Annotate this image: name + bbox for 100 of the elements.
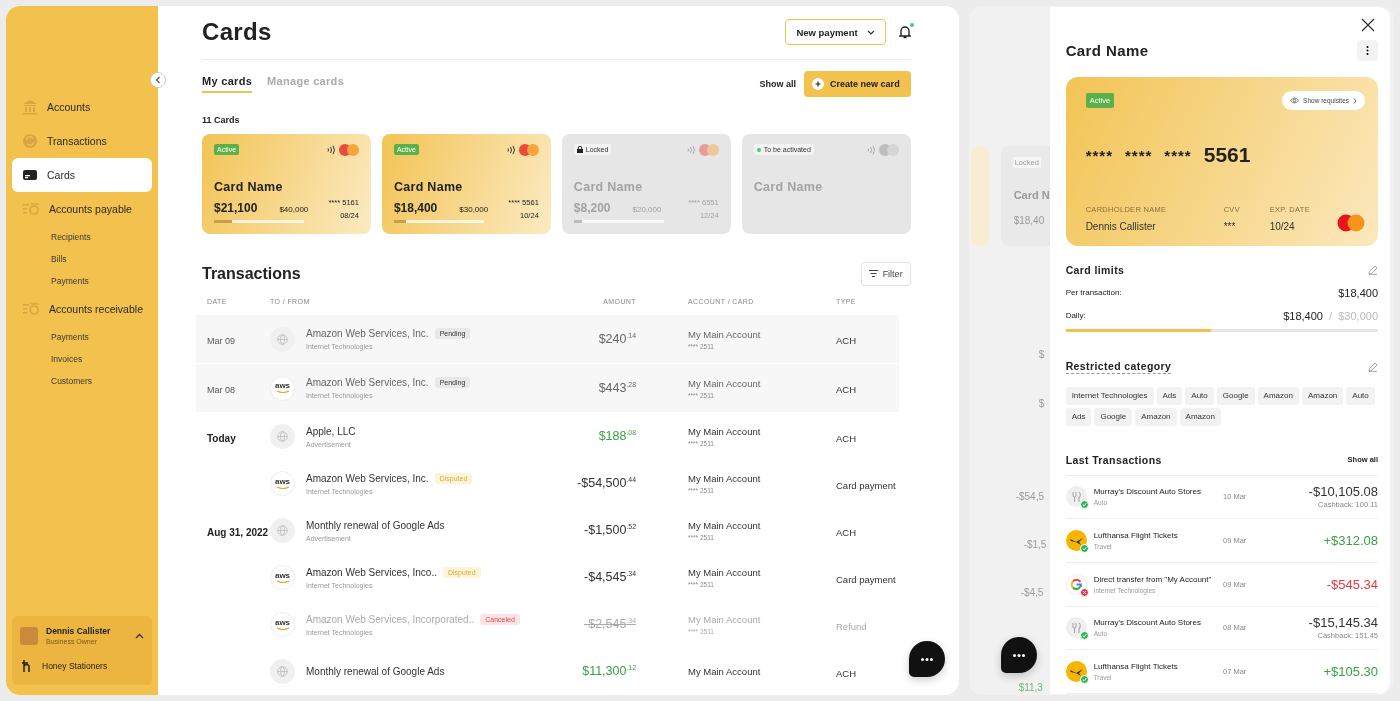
- faded-text: $: [1038, 349, 1045, 360]
- amount: -$54,500$^{.44}$: [576, 476, 636, 491]
- category-tag: Amazon: [1301, 386, 1344, 405]
- masked-digits: ****: [1085, 146, 1113, 164]
- utensils-icon: [1071, 491, 1081, 502]
- sidebar-subitem[interactable]: Payments: [51, 332, 89, 342]
- page-title: Cards: [202, 18, 272, 47]
- chevron-right-icon: [1353, 97, 1357, 104]
- card-brand-icon: [698, 143, 719, 156]
- category-tag: Internet Technologies: [1065, 386, 1154, 405]
- utensils-icon: [1071, 623, 1081, 633]
- tab[interactable]: My cards: [202, 74, 253, 93]
- eye-icon: [1290, 97, 1300, 104]
- amount: $443$^{.28}$: [597, 380, 636, 396]
- kebab-icon: [1366, 46, 1369, 55]
- collapse-button[interactable]: [150, 72, 166, 88]
- sidebar-item[interactable]: Cards: [12, 158, 152, 192]
- account-name: My Main Account: [688, 328, 762, 340]
- sidebar-item[interactable]: Accounts payable: [12, 192, 152, 226]
- amount: $240$^{.14}$: [597, 331, 636, 347]
- card-limit: $30,000: [459, 205, 489, 215]
- company-logo: aws: [270, 471, 295, 496]
- show-all-link[interactable]: Show all: [759, 78, 797, 89]
- card-brand-icon: [1337, 213, 1365, 232]
- category-tag: Amazon: [1135, 407, 1177, 426]
- contactless-icon: [866, 144, 875, 155]
- faded-text: -$4,5: [1020, 587, 1044, 598]
- transaction-amount: -$15,145.34: [1307, 615, 1378, 631]
- chevron-down-icon: [866, 29, 875, 35]
- limit-label: Per transaction:: [1065, 288, 1122, 298]
- payee-name: Apple, LLC: [306, 425, 356, 437]
- sidebar-item[interactable]: Transactions: [12, 124, 152, 158]
- faded-text: $11,3: [1018, 682, 1043, 693]
- close-button[interactable]: [1361, 18, 1375, 32]
- sidebar-subitem[interactable]: Customers: [51, 376, 93, 386]
- contactless-icon: [686, 144, 695, 155]
- merchant-name: Direct transfer from "My Account": [1093, 574, 1213, 584]
- new-payment-button[interactable]: New payment: [785, 19, 886, 46]
- create-card-button[interactable]: Create new card: [804, 70, 911, 97]
- card-balance: $21,100: [214, 201, 258, 216]
- sidebar-item[interactable]: Accounts: [12, 90, 152, 124]
- sidebar-item[interactable]: Accounts receivable: [12, 292, 152, 326]
- category-tag: Google: [1216, 386, 1255, 405]
- category-tag: Ads: [1156, 386, 1183, 405]
- list-coin-icon: [22, 301, 40, 317]
- transaction-amount: +$105.30: [1322, 664, 1378, 680]
- transaction-row[interactable]: Monthly renewal of Google Ads $11,300$^{.12}$ My Main Account ACH: [196, 648, 899, 695]
- card-name: Card Name: [393, 179, 464, 194]
- card-limit: $20,000: [632, 205, 662, 215]
- payee-name: Amazon Web Services, Inc.: [306, 328, 429, 339]
- sidebar-subitem[interactable]: Payments: [51, 276, 89, 286]
- company-logo: aws: [270, 565, 295, 590]
- merchant-name: Murray's Discount Auto Stores: [1093, 618, 1202, 628]
- amount: $11,300$^{.12}$: [581, 664, 636, 679]
- sidebar-subitem[interactable]: Recipients: [51, 232, 91, 242]
- transaction-type: Card payment: [836, 479, 896, 491]
- card-brand-icon: [338, 143, 359, 156]
- transaction-type: ACH: [836, 432, 857, 444]
- card-name: Card Name: [214, 179, 284, 194]
- category-tag: Google: [1094, 407, 1133, 426]
- payee-name: Amazon Web Services, Incorporated..: [306, 613, 475, 625]
- company-logo: aws: [270, 612, 295, 637]
- dots-icon: [920, 657, 933, 661]
- company-name: Honey Stationers: [42, 661, 108, 671]
- limit-value: $18,400 / $30,000: [1283, 309, 1378, 322]
- sidebar-subitem[interactable]: Bills: [51, 254, 67, 264]
- section-title: Card limits: [1065, 263, 1125, 276]
- section-title: Last Transactions: [1065, 453, 1162, 466]
- bell-icon[interactable]: [898, 25, 911, 40]
- category-tag: Amazon: [1257, 386, 1299, 405]
- payee-name: Amazon Web Services, Inco..: [306, 566, 437, 578]
- chat-button[interactable]: [908, 641, 945, 677]
- transaction-amount: -$10,105.08: [1307, 484, 1378, 500]
- transaction-type: Refund: [836, 620, 867, 632]
- account-name: My Main Account: [688, 473, 762, 484]
- transaction-type: ACH: [836, 667, 857, 679]
- cards-count: 11 Cards: [202, 114, 241, 125]
- account-name: My Main Account: [688, 614, 762, 625]
- card-brand-icon: [518, 143, 539, 156]
- globe-icon: [270, 326, 295, 352]
- payee-name: Amazon Web Services, Inc.: [306, 377, 429, 388]
- transaction-type: ACH: [836, 335, 857, 346]
- list-coin-icon: [22, 201, 40, 217]
- sidebar-subitem[interactable]: Invoices: [51, 354, 83, 364]
- date: Mar 08: [207, 385, 235, 395]
- date: Aug 31, 2022: [207, 526, 269, 538]
- exchange-icon: [22, 133, 38, 149]
- faded-text: $18,40: [1013, 215, 1045, 226]
- masked-digits: ****: [1125, 146, 1153, 164]
- globe-icon: [270, 518, 295, 543]
- card-name: Card Name: [753, 179, 824, 194]
- card-last-digits: 5561: [1203, 143, 1251, 167]
- account-name: My Main Account: [688, 567, 762, 578]
- dots-icon: [1012, 653, 1025, 657]
- user-name: Dennis Callister: [46, 626, 111, 636]
- faded-text: Card N: [1013, 189, 1050, 201]
- filter-button[interactable]: Filter: [860, 261, 911, 286]
- faded-text: -$1,5: [1023, 539, 1047, 550]
- merchant-name: Murray's Discount Auto Stores: [1093, 487, 1202, 497]
- caret-icon[interactable]: [135, 632, 144, 639]
